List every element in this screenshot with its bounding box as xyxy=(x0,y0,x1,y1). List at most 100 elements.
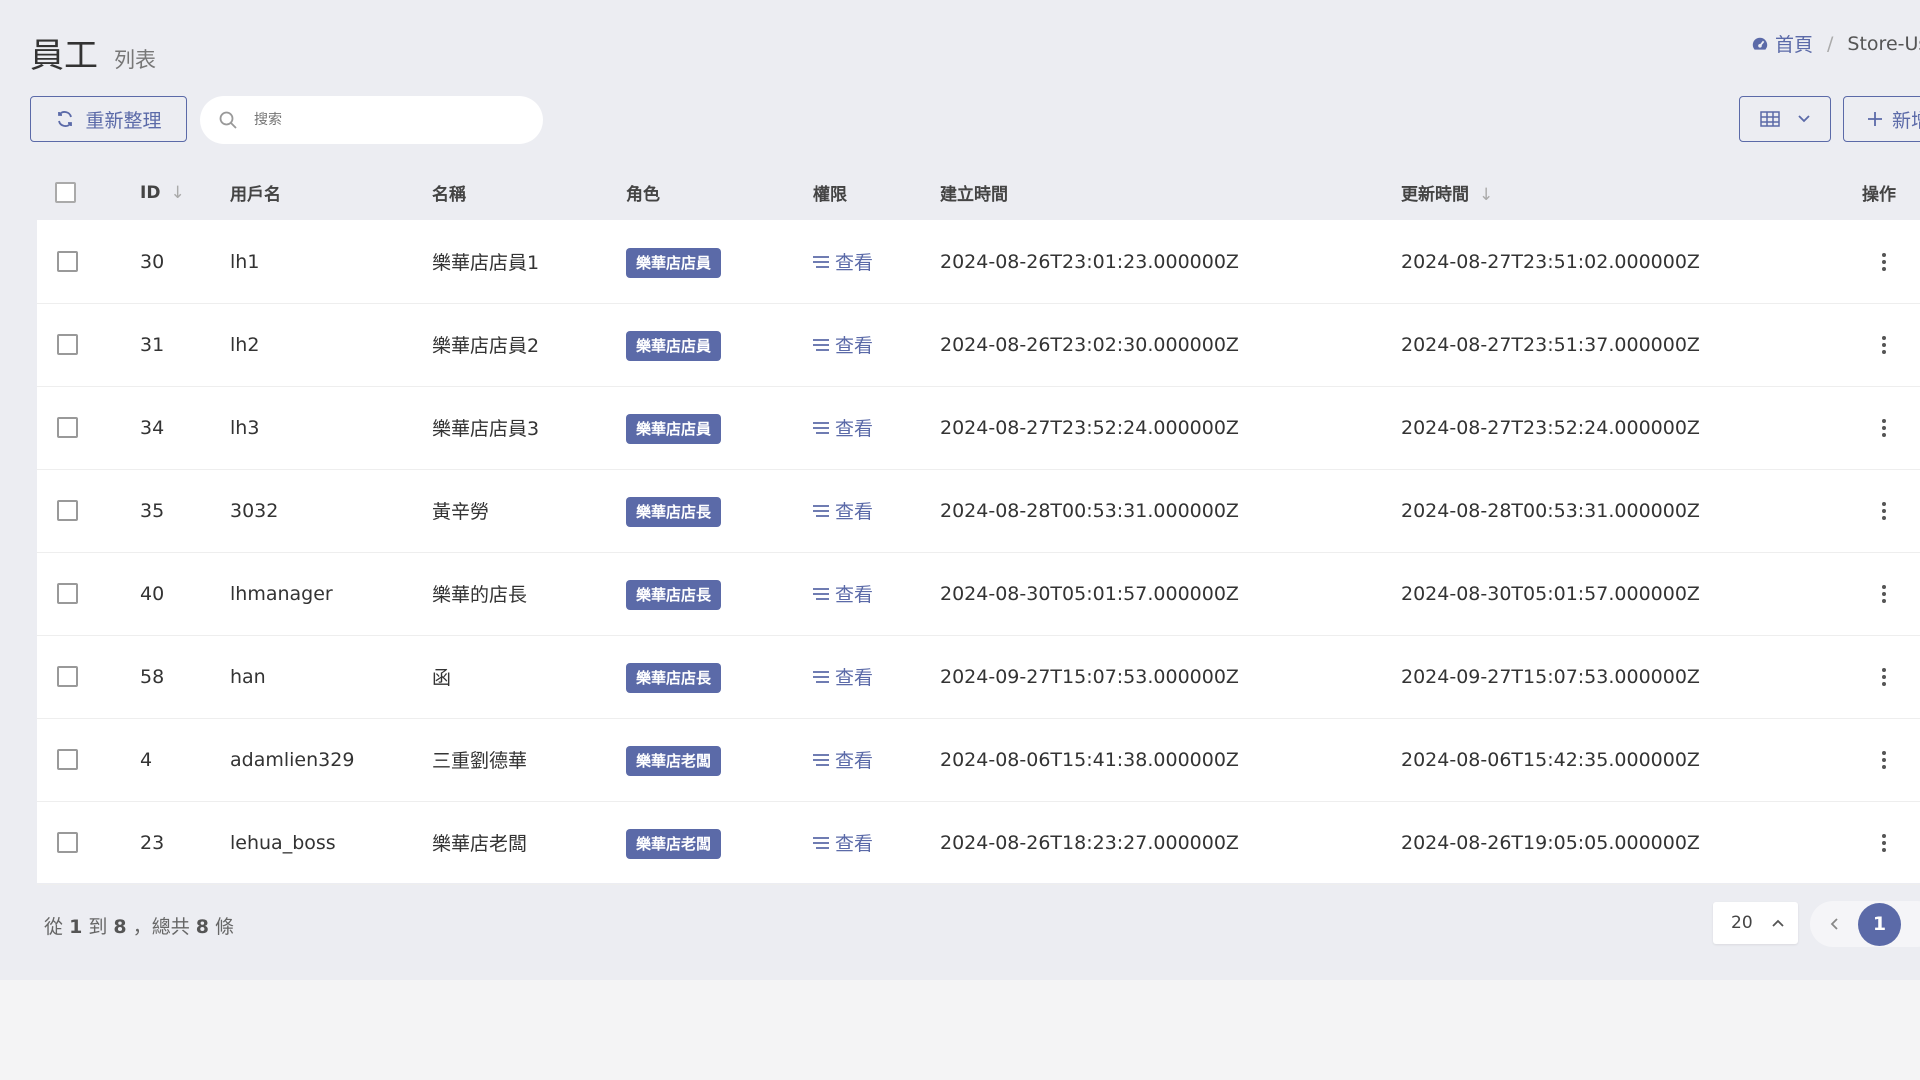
row-checkbox[interactable] xyxy=(57,251,78,272)
permission-view-link[interactable]: 查看 xyxy=(813,663,873,690)
cell-role: 樂華店店員 xyxy=(626,330,722,361)
column-header-actions: 操作 xyxy=(1862,185,1896,205)
chevron-up-icon xyxy=(1772,919,1784,927)
table-row[interactable]: 4 adamlien329 三重劉德華 樂華店老闆 查看 2024-08-06T15:41… xyxy=(37,718,1920,802)
column-header-id[interactable]: ID ↓ xyxy=(140,183,185,203)
cell-created: 2024-08-26T23:01:23.000000Z xyxy=(940,250,1239,273)
permission-view-label: 查看 xyxy=(835,833,874,855)
row-actions-button[interactable] xyxy=(1882,418,1886,437)
cell-username: lh3 xyxy=(230,416,260,439)
cell-role: 樂華店店長 xyxy=(626,579,722,610)
column-selector-button[interactable] xyxy=(1739,96,1831,142)
row-checkbox[interactable] xyxy=(57,583,78,604)
permission-view-link[interactable]: 查看 xyxy=(813,580,873,607)
dot xyxy=(1882,252,1886,257)
refresh-icon xyxy=(58,111,73,127)
cell-id: 58 xyxy=(140,665,165,688)
permission-view-link[interactable]: 查看 xyxy=(813,497,873,524)
list-icon xyxy=(813,255,829,268)
dot xyxy=(1882,515,1886,520)
permission-view-label: 查看 xyxy=(835,335,874,357)
cell-created: 2024-09-27T15:07:53.000000Z xyxy=(940,665,1239,688)
dot xyxy=(1882,840,1886,845)
permission-view-label: 查看 xyxy=(835,667,874,689)
pagination-suffix: 條 xyxy=(215,916,235,938)
breadcrumb-home[interactable]: 首頁 xyxy=(1751,30,1813,57)
select-all-checkbox[interactable] xyxy=(55,182,76,203)
column-header-role: 角色 xyxy=(626,185,660,205)
pagination-summary: 從 1 到 8 ，總共 8 條 xyxy=(44,912,234,939)
sort-down-icon[interactable]: ↓ xyxy=(1479,185,1493,205)
cell-id: 23 xyxy=(140,831,165,854)
cell-name: 函 xyxy=(432,667,452,689)
row-actions-button[interactable] xyxy=(1882,335,1886,354)
sort-down-icon[interactable]: ↓ xyxy=(170,183,184,203)
search-input[interactable] xyxy=(252,111,516,129)
pagination-from: 1 xyxy=(69,916,83,938)
new-label: 新增 xyxy=(1892,109,1920,132)
row-actions-button[interactable] xyxy=(1882,584,1886,603)
dot xyxy=(1882,432,1886,437)
cell-updated: 2024-08-27T23:51:37.000000Z xyxy=(1401,333,1700,356)
cell-username: han xyxy=(230,665,266,688)
page-button-1[interactable]: 1 xyxy=(1858,902,1901,946)
row-actions-button[interactable] xyxy=(1882,501,1886,520)
role-badge: 樂華店老闆 xyxy=(626,745,722,776)
table-row[interactable]: 30 lh1 樂華店店員1 樂華店店員 查看 2024-08-26T23:01:23.00… xyxy=(37,220,1920,304)
table-row[interactable]: 58 han 函 樂華店店長 查看 2024-09-27T15:07:53.000000Z… xyxy=(37,635,1920,719)
role-badge: 樂華店店員 xyxy=(626,247,722,278)
cell-role: 樂華店店員 xyxy=(626,247,722,278)
page-header: 員工 列表 xyxy=(30,28,156,77)
list-icon xyxy=(813,421,829,434)
permission-view-link[interactable]: 查看 xyxy=(813,414,873,441)
permission-view-link[interactable]: 查看 xyxy=(813,331,873,358)
cell-name: 樂華店店員2 xyxy=(432,335,540,357)
row-checkbox[interactable] xyxy=(57,334,78,355)
row-actions-button[interactable] xyxy=(1882,252,1886,271)
table-row[interactable]: 23 lehua_boss 樂華店老闆 樂華店老闆 查看 2024-08-26T18:23… xyxy=(37,801,1920,885)
row-checkbox[interactable] xyxy=(57,417,78,438)
row-actions-button[interactable] xyxy=(1882,750,1886,769)
row-checkbox[interactable] xyxy=(57,832,78,853)
cell-id: 35 xyxy=(140,499,165,522)
dot xyxy=(1882,418,1886,423)
table-row[interactable]: 40 lhmanager 樂華的店長 樂華店店長 查看 2024-08-30T05:01:… xyxy=(37,552,1920,636)
new-button[interactable]: 新增 xyxy=(1843,96,1920,142)
permission-view-label: 查看 xyxy=(835,501,874,523)
row-actions-button[interactable] xyxy=(1882,833,1886,852)
pagination-to-word: 到 xyxy=(88,916,108,938)
row-actions-button[interactable] xyxy=(1882,667,1886,686)
permission-view-link[interactable]: 查看 xyxy=(813,829,873,856)
cell-id: 40 xyxy=(140,582,165,605)
cell-name: 三重劉德華 xyxy=(432,750,528,772)
cell-username: 3032 xyxy=(230,499,279,522)
dot xyxy=(1882,425,1886,430)
permission-view-link[interactable]: 查看 xyxy=(813,248,873,275)
per-page-select[interactable]: 20 xyxy=(1713,902,1798,944)
dot xyxy=(1882,681,1886,686)
refresh-button[interactable]: 重新整理 xyxy=(30,96,187,142)
list-icon xyxy=(813,836,829,849)
cell-username: lh2 xyxy=(230,333,260,356)
column-header-updated[interactable]: 更新時間 ↓ xyxy=(1401,180,1493,205)
list-icon xyxy=(813,338,829,351)
row-checkbox[interactable] xyxy=(57,749,78,770)
cell-created: 2024-08-26T23:02:30.000000Z xyxy=(940,333,1239,356)
cell-created: 2024-08-30T05:01:57.000000Z xyxy=(940,582,1239,605)
cell-name: 樂華的店長 xyxy=(432,584,528,606)
row-checkbox[interactable] xyxy=(57,500,78,521)
cell-name: 樂華店店員1 xyxy=(432,252,540,274)
cell-username: lehua_boss xyxy=(230,831,336,854)
dot xyxy=(1882,598,1886,603)
row-checkbox[interactable] xyxy=(57,666,78,687)
pagination-to: 8 xyxy=(113,916,127,938)
cell-updated: 2024-08-28T00:53:31.000000Z xyxy=(1401,499,1700,522)
previous-page-button[interactable] xyxy=(1830,915,1838,934)
dot xyxy=(1882,259,1886,264)
search-box[interactable] xyxy=(200,96,543,144)
role-badge: 樂華店店長 xyxy=(626,579,722,610)
table-row[interactable]: 34 lh3 樂華店店員3 樂華店店員 查看 2024-08-27T23:52:24.00… xyxy=(37,386,1920,470)
table-row[interactable]: 31 lh2 樂華店店員2 樂華店店員 查看 2024-08-26T23:02:30.00… xyxy=(37,303,1920,387)
permission-view-link[interactable]: 查看 xyxy=(813,746,873,773)
table-row[interactable]: 35 3032 黃辛勞 樂華店店長 查看 2024-08-28T00:53:31.0000… xyxy=(37,469,1920,553)
